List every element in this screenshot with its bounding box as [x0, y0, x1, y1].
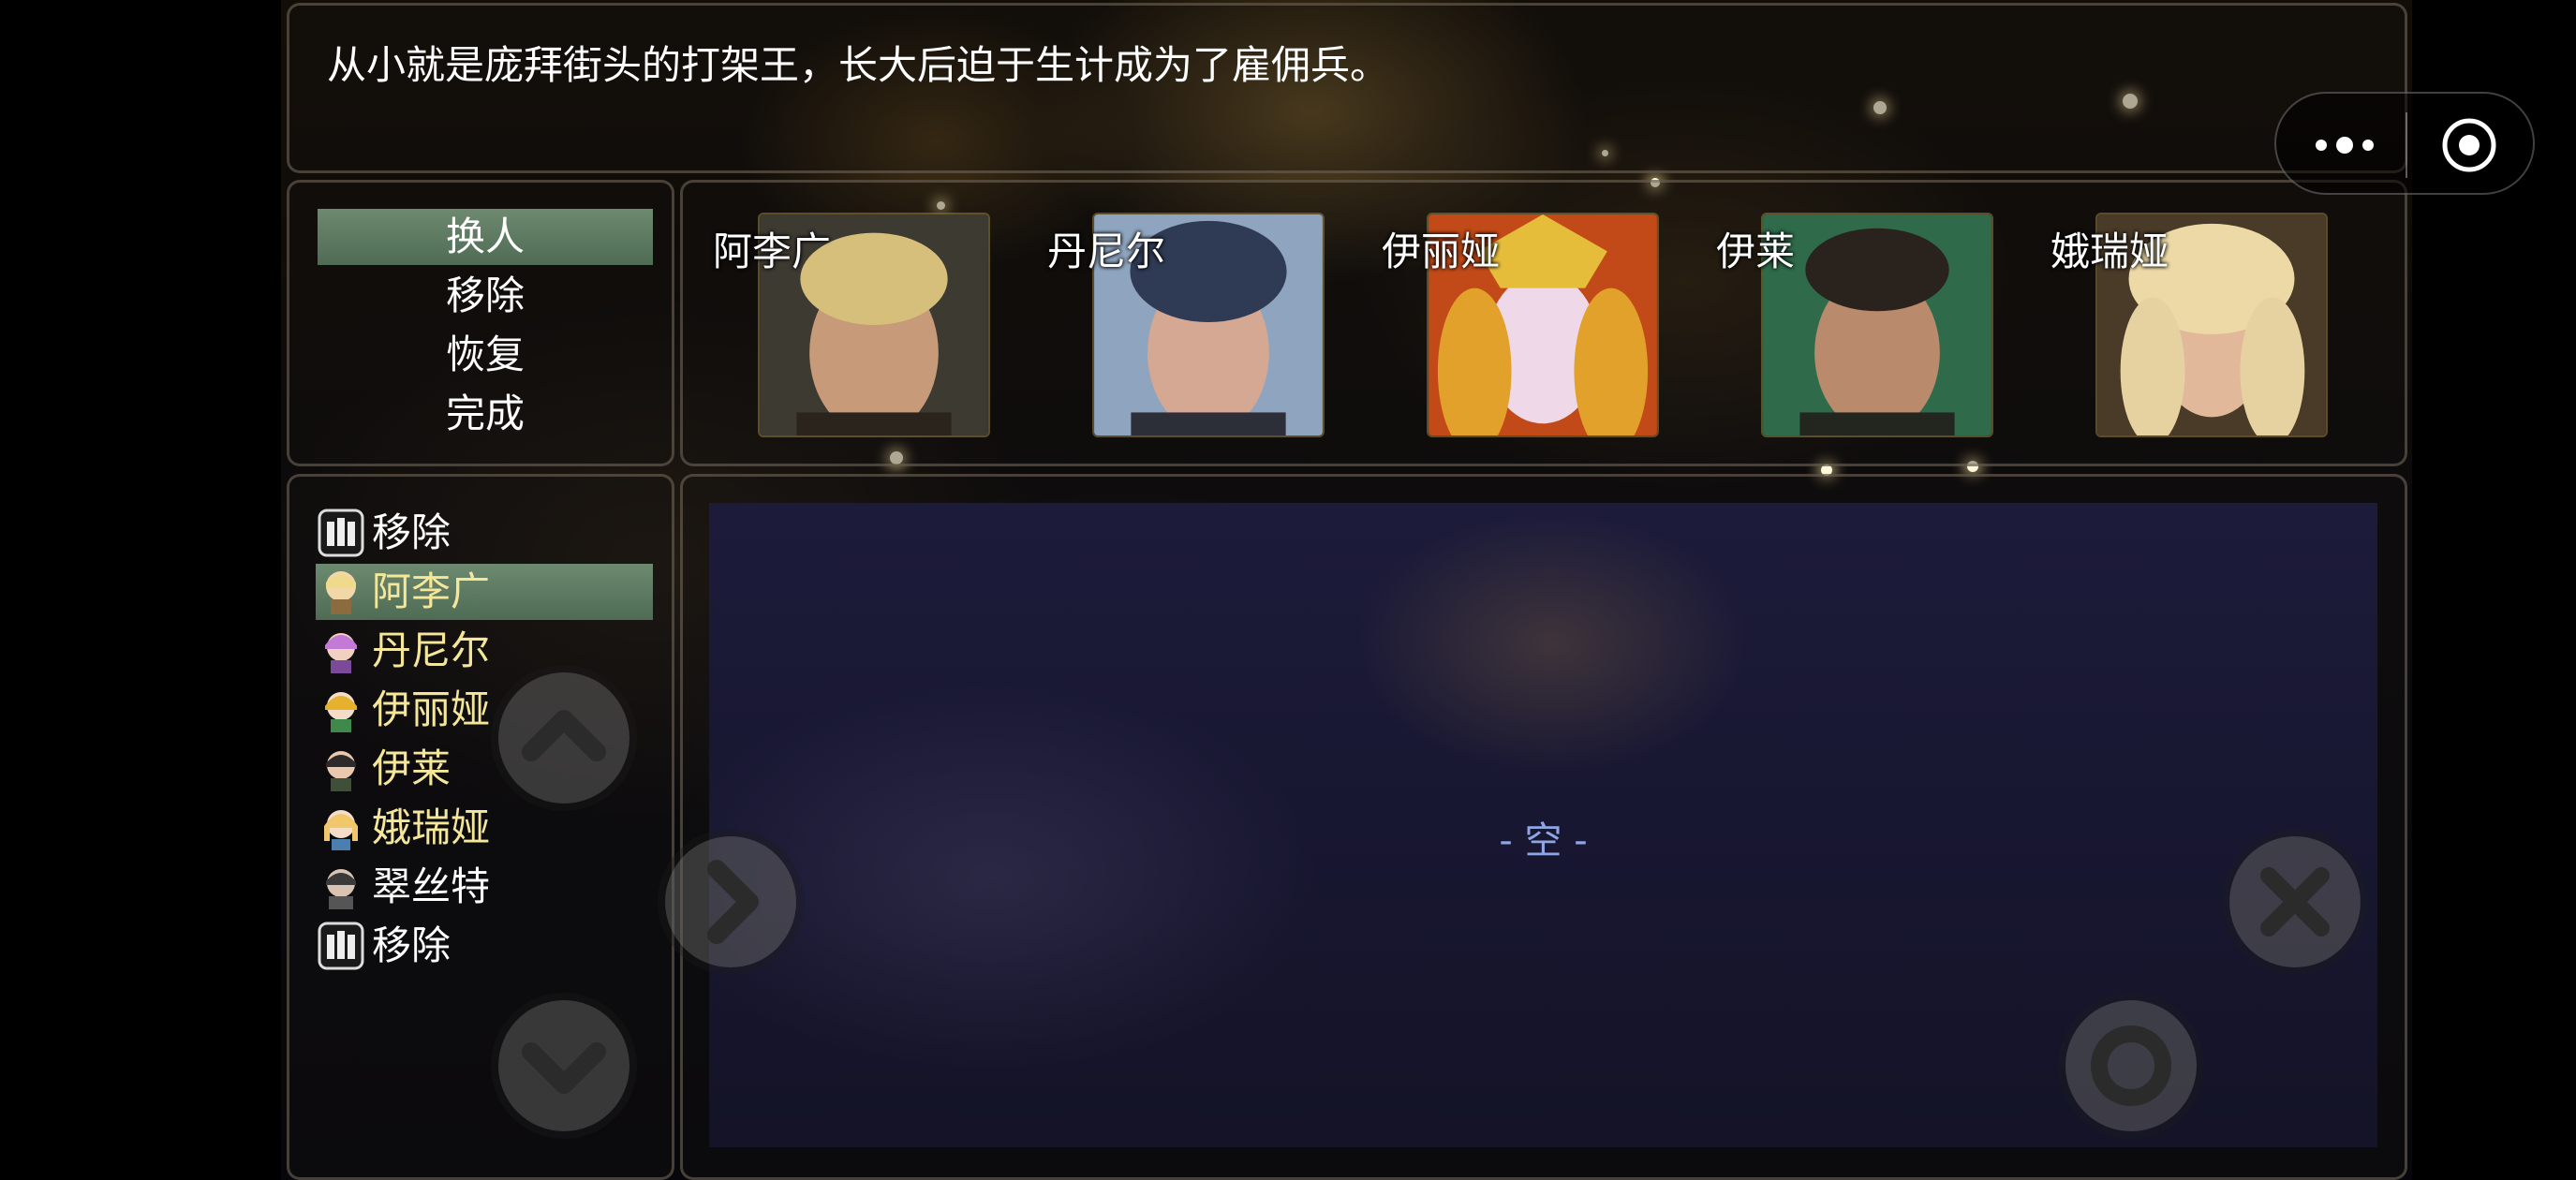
- circle-icon: [2091, 1025, 2171, 1106]
- close-miniprogram-icon[interactable]: [2441, 117, 2497, 173]
- empty-status-text: - 空 -: [1499, 819, 1588, 863]
- chibi-armor-icon: [326, 869, 356, 909]
- help-window: 从小就是庞拜街头的打架王，长大后迫于生计成为了雇佣兵。: [287, 3, 2407, 173]
- confirm-button[interactable]: [2065, 1000, 2197, 1131]
- chibi-crown-icon: [325, 692, 357, 732]
- chibi-dark-hair-icon: [326, 751, 356, 791]
- chevron-down-icon: [522, 1042, 606, 1094]
- close-icon: [2260, 867, 2330, 937]
- list-item-label: 伊莱: [372, 745, 452, 791]
- chibi-purple-hair-icon: [325, 633, 357, 673]
- smiling-man-portrait: [1761, 213, 1993, 437]
- command-label: 恢复: [445, 332, 525, 377]
- party-slot-3[interactable]: 伊丽娅: [1382, 213, 1659, 437]
- command-window: 换人 移除 恢复 完成: [287, 180, 674, 466]
- chibi-blonde-girl-icon: [324, 810, 358, 850]
- list-item-label: 伊丽娅: [372, 686, 491, 732]
- list-item-label: 丹尼尔: [372, 627, 491, 673]
- command-finish[interactable]: 完成: [318, 386, 653, 442]
- help-text: 从小就是庞拜街头的打架王，长大后迫于生计成为了雇佣兵。: [327, 42, 1390, 88]
- party-slot-1[interactable]: 阿李广: [713, 213, 990, 437]
- chevron-up-icon: [522, 710, 606, 761]
- party-member-name: 伊莱: [1716, 229, 1796, 274]
- remove-icon: [318, 922, 364, 970]
- party-member-name: 丹尼尔: [1047, 229, 1166, 274]
- command-label: 完成: [445, 391, 525, 436]
- party-member-name: 伊丽娅: [1382, 229, 1501, 274]
- command-change[interactable]: 换人: [318, 209, 653, 265]
- list-item-label: 娥瑞娅: [372, 804, 491, 850]
- command-remove[interactable]: 移除: [318, 268, 653, 324]
- party-slot-4[interactable]: 伊莱: [1716, 213, 1993, 437]
- party-window: 阿李广 丹尼尔 伊丽娅 伊莱 娥瑞娅: [680, 180, 2407, 466]
- capsule-divider: [2406, 112, 2407, 178]
- chibi-blonde-icon: [326, 571, 356, 614]
- down-button[interactable]: [498, 1000, 629, 1131]
- command-label: 换人: [445, 214, 525, 259]
- party-member-name: 阿李广: [713, 229, 832, 274]
- list-item-member[interactable]: 娥瑞娅: [316, 800, 653, 856]
- list-item-member[interactable]: 翠丝特: [316, 859, 653, 915]
- list-item-member[interactable]: 丹尼尔: [316, 623, 653, 679]
- right-button[interactable]: [665, 836, 796, 967]
- party-slot-2[interactable]: 丹尼尔: [1047, 213, 1325, 437]
- up-button[interactable]: [498, 672, 629, 804]
- list-item-remove[interactable]: 移除: [316, 505, 653, 561]
- miniprogram-capsule: [2274, 92, 2535, 195]
- more-icon[interactable]: [2312, 126, 2377, 164]
- list-item-label: 移除: [372, 509, 452, 555]
- list-item-label: 移除: [372, 922, 452, 968]
- list-item-label: 阿李广: [372, 568, 491, 614]
- chevron-right-icon: [707, 860, 759, 944]
- list-item-remove[interactable]: 移除: [316, 918, 653, 974]
- command-label: 移除: [445, 273, 525, 318]
- list-item-label: 翠丝特: [372, 863, 491, 909]
- cancel-button[interactable]: [2229, 836, 2361, 967]
- remove-icon: [318, 509, 364, 557]
- party-member-name: 娥瑞娅: [2050, 229, 2169, 274]
- list-item-member[interactable]: 阿李广: [316, 564, 653, 620]
- party-slot-5[interactable]: 娥瑞娅: [2050, 213, 2328, 437]
- command-revert[interactable]: 恢复: [318, 327, 653, 383]
